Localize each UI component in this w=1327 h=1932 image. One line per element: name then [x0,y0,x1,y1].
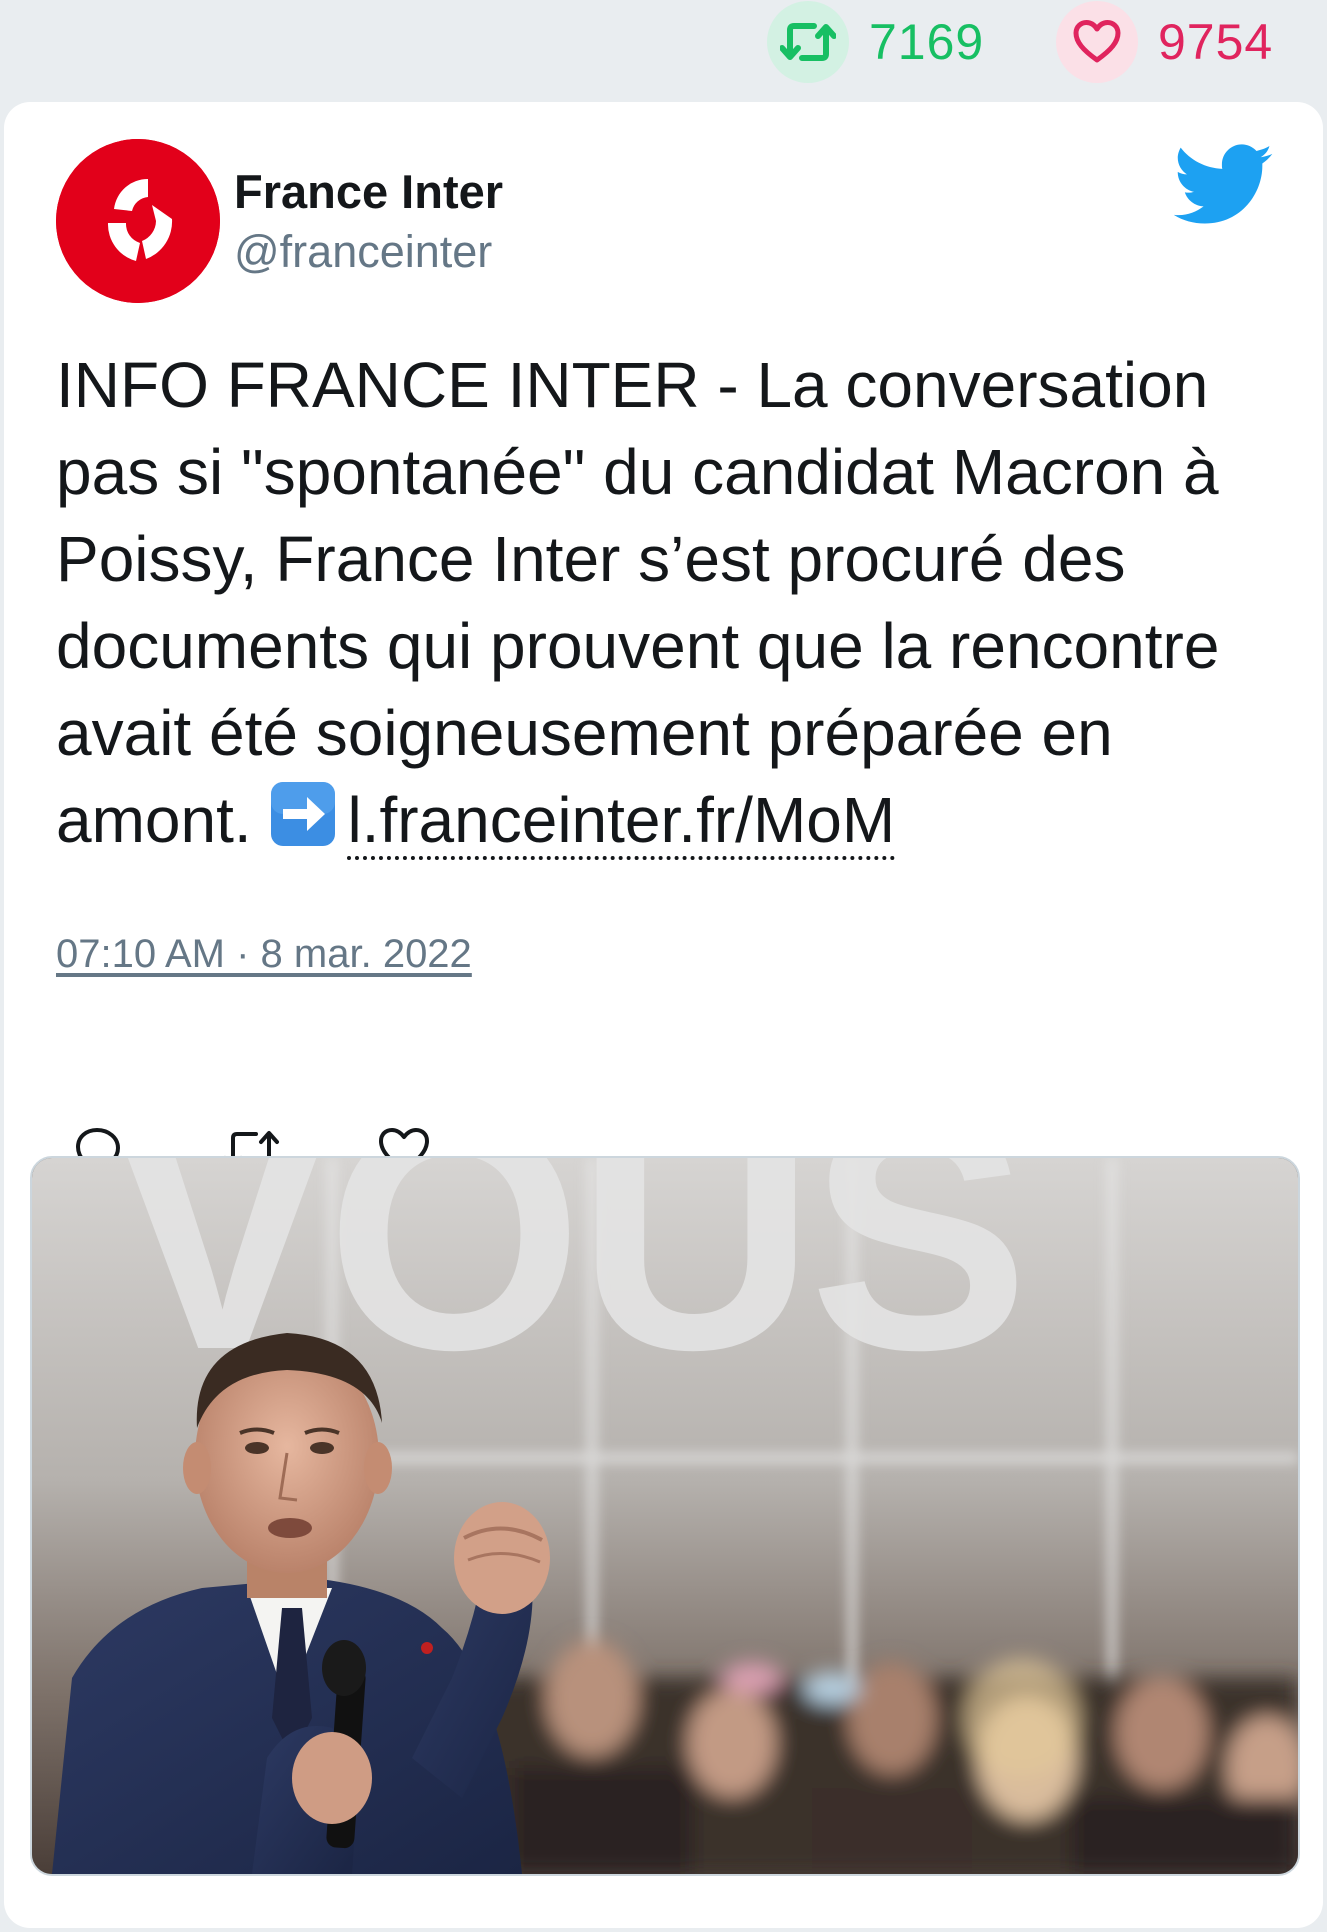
avatar[interactable] [56,139,220,303]
right-arrow-emoji-icon [269,780,337,848]
like-stat: 9754 [1056,0,1273,84]
tweet-link[interactable]: l.franceinter.fr/MoM [347,784,896,860]
author-name[interactable]: France Inter [234,164,503,219]
tweet-stats-bar: 7169 9754 [0,0,1327,100]
retweet-icon [767,1,849,83]
tweet-media-photo[interactable]: VOUS [30,1156,1300,1876]
like-count: 9754 [1158,14,1274,70]
author-handle[interactable]: @franceinter [234,226,492,278]
heart-icon [1056,1,1138,83]
speaker-photo: VOUS [32,1158,1298,1874]
tweet-body: INFO FRANCE INTER - La conversation pas … [56,349,1220,856]
tweet-timestamp[interactable]: 07:10 AM · 8 mar. 2022 [56,932,472,977]
tweet-card: France Inter @franceinter INFO FRANCE IN… [4,102,1323,1928]
france-inter-logo-icon [56,139,220,303]
tweet-text: INFO FRANCE INTER - La conversation pas … [56,342,1296,864]
retweet-stat: 7169 [767,0,984,84]
twitter-bird-icon[interactable] [1173,144,1274,228]
retweet-count: 7169 [869,14,985,70]
